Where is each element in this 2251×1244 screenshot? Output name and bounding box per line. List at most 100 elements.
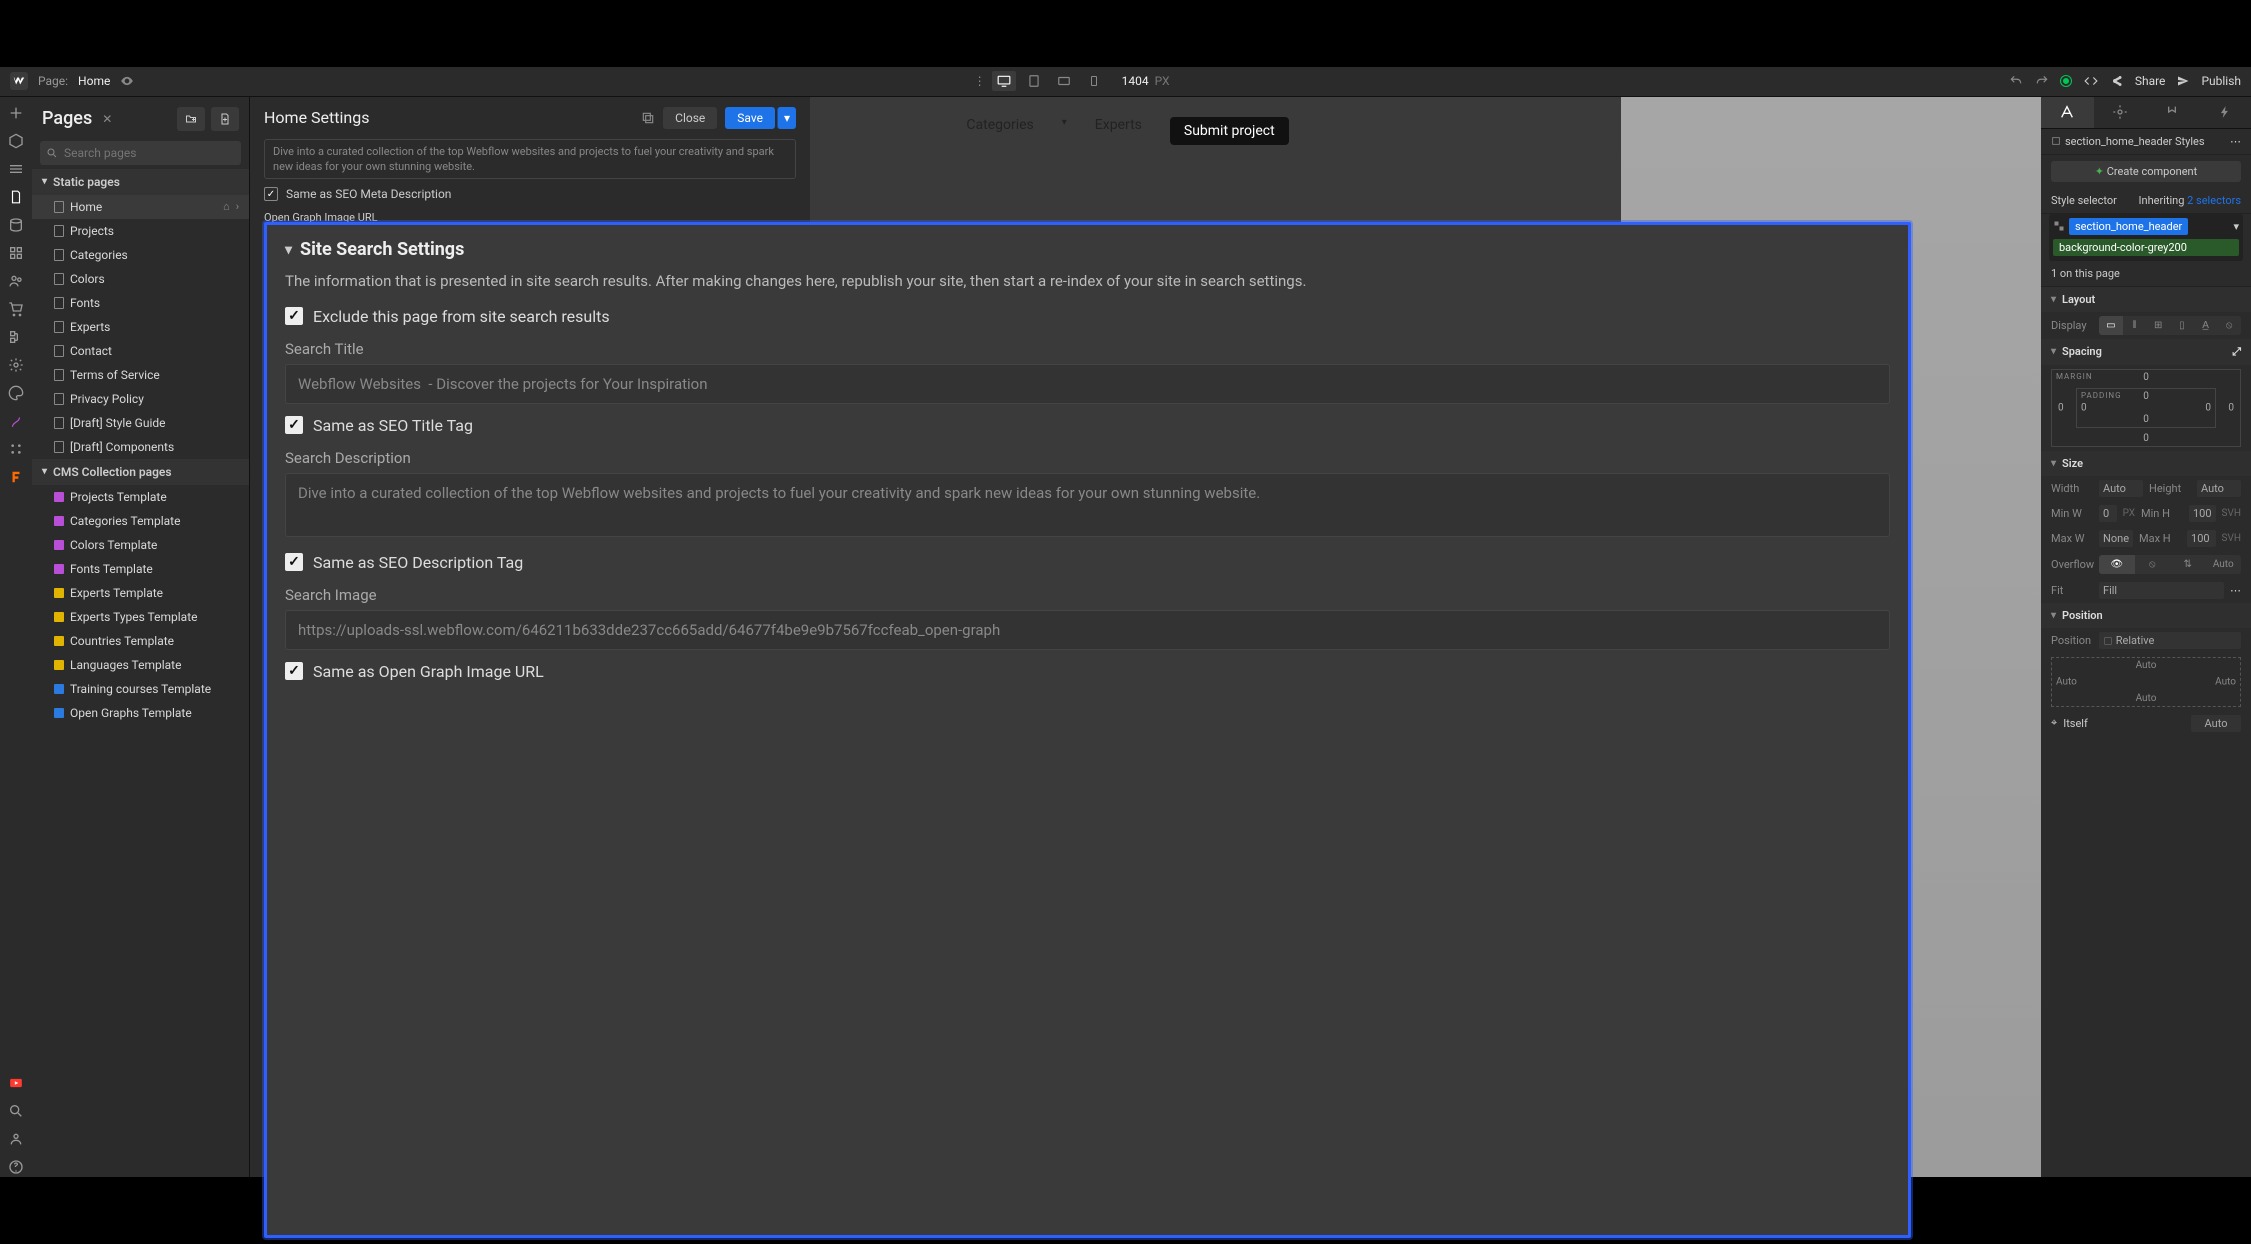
page-item[interactable]: Fonts Template: [32, 557, 249, 581]
copy-icon[interactable]: [641, 111, 655, 125]
page-item[interactable]: Projects Template: [32, 485, 249, 509]
nav-users-icon[interactable]: [6, 271, 26, 291]
save-button[interactable]: Save: [725, 107, 775, 129]
page-item[interactable]: Experts Types Template: [32, 605, 249, 629]
page-item[interactable]: Categories Template: [32, 509, 249, 533]
section-spacing[interactable]: Spacing ⤢: [2041, 339, 2251, 365]
position-offsets[interactable]: Auto Auto Auto Auto: [2051, 657, 2241, 707]
nav-layers-icon[interactable]: [6, 159, 26, 179]
nav-pages-icon[interactable]: [6, 187, 26, 207]
fit-input[interactable]: Fill: [2099, 582, 2224, 599]
undo-icon[interactable]: [2009, 74, 2023, 88]
maxw-input[interactable]: None: [2099, 530, 2133, 547]
minw-input[interactable]: 0: [2099, 505, 2117, 522]
save-dropdown-icon[interactable]: ▾: [777, 107, 796, 129]
page-item[interactable]: Fonts: [32, 291, 249, 315]
static-pages-header[interactable]: ▾ Static pages: [32, 169, 249, 195]
page-name[interactable]: Home: [78, 74, 110, 88]
section-layout[interactable]: Layout: [2041, 287, 2251, 312]
spacing-editor[interactable]: MARGIN 0 0 0 0 PADDING 0 0 0 0: [2051, 369, 2241, 447]
display-inlineblock-icon[interactable]: ▯: [2170, 316, 2194, 335]
same-title-checkbox[interactable]: ✓: [285, 416, 303, 434]
overflow-hidden-icon[interactable]: ⦸: [2135, 555, 2171, 574]
nav-apps-icon[interactable]: [6, 439, 26, 459]
page-item[interactable]: [Draft] Components: [32, 435, 249, 459]
section-position[interactable]: Position: [2041, 603, 2251, 628]
new-page-button[interactable]: [211, 107, 239, 131]
spacing-expand-icon[interactable]: ⤢: [2232, 345, 2241, 359]
page-item[interactable]: Categories: [32, 243, 249, 267]
nav-help-icon[interactable]: [6, 1157, 26, 1177]
minh-input[interactable]: 100: [2189, 505, 2216, 522]
close-button[interactable]: Close: [663, 107, 717, 129]
code-icon[interactable]: [2083, 74, 2099, 88]
page-item[interactable]: Home ⌂›: [32, 195, 249, 219]
page-item[interactable]: Colors: [32, 267, 249, 291]
same-image-checkbox[interactable]: ✓: [285, 662, 303, 680]
publish-link[interactable]: Publish: [2201, 74, 2241, 88]
webflow-logo-icon[interactable]: [10, 72, 28, 90]
page-item[interactable]: Experts Template: [32, 581, 249, 605]
height-input[interactable]: Auto: [2197, 480, 2241, 497]
site-search-heading[interactable]: Site Search Settings: [285, 239, 1890, 260]
nav-palette-icon[interactable]: [6, 383, 26, 403]
open-icon[interactable]: ›: [236, 200, 239, 213]
display-none-icon[interactable]: ⦸: [2217, 316, 2241, 335]
page-item[interactable]: Experts: [32, 315, 249, 339]
nav-logic-icon[interactable]: [6, 327, 26, 347]
display-flex-icon[interactable]: ⫴: [2123, 316, 2147, 335]
width-input[interactable]: Auto: [2099, 480, 2143, 497]
section-size[interactable]: Size: [2041, 451, 2251, 476]
display-inline-icon[interactable]: A̲: [2194, 316, 2218, 335]
nav-video-icon[interactable]: [6, 1073, 26, 1093]
nav-team-icon[interactable]: [6, 1129, 26, 1149]
page-item[interactable]: Contact: [32, 339, 249, 363]
nav-f-icon[interactable]: [6, 467, 26, 487]
bp-options-icon[interactable]: ⋮: [974, 74, 986, 88]
same-desc-checkbox[interactable]: ✓: [285, 553, 303, 571]
nav-path-icon[interactable]: [6, 411, 26, 431]
nav-cube-icon[interactable]: [6, 131, 26, 151]
share-link[interactable]: Share: [2135, 74, 2166, 88]
nav-cms-icon[interactable]: [6, 215, 26, 235]
page-item[interactable]: Privacy Policy: [32, 387, 249, 411]
class-chip-bg[interactable]: background-color-grey200: [2053, 239, 2239, 256]
overflow-auto-icon[interactable]: Auto: [2206, 555, 2242, 574]
nav-ecommerce-icon[interactable]: [6, 299, 26, 319]
class-chip-main[interactable]: section_home_header: [2069, 218, 2188, 235]
element-more-icon[interactable]: ⋯: [2230, 135, 2241, 148]
page-item[interactable]: Languages Template: [32, 653, 249, 677]
search-image-input[interactable]: [285, 610, 1890, 650]
selector-dropdown-icon[interactable]: ▾: [2233, 220, 2239, 233]
overflow-scroll-icon[interactable]: ⇅: [2170, 555, 2206, 574]
page-item[interactable]: Countries Template: [32, 629, 249, 653]
inheriting-count[interactable]: 2 selectors: [2187, 194, 2241, 207]
cms-pages-header[interactable]: ▾ CMS Collection pages: [32, 459, 249, 485]
bp-desktop-icon[interactable]: [992, 71, 1016, 91]
tab-interactions-icon[interactable]: [2146, 97, 2199, 128]
fit-more-icon[interactable]: ⋯: [2230, 584, 2241, 597]
nav-settings-icon[interactable]: [6, 355, 26, 375]
preview-icon[interactable]: [120, 74, 134, 88]
search-title-input[interactable]: [285, 364, 1890, 404]
create-component-button[interactable]: ✦ Create component: [2051, 161, 2241, 182]
nav-structure-icon[interactable]: [6, 243, 26, 263]
nav-submit-button[interactable]: Submit project: [1170, 117, 1289, 145]
nav-experts[interactable]: Experts: [1095, 117, 1142, 145]
display-grid-icon[interactable]: ⊞: [2146, 316, 2170, 335]
overflow-visible-icon[interactable]: 👁: [2099, 555, 2135, 574]
tab-style-icon[interactable]: [2041, 97, 2094, 128]
z-index-input[interactable]: Auto: [2191, 715, 2241, 732]
page-item[interactable]: Training courses Template: [32, 677, 249, 701]
page-item[interactable]: [Draft] Style Guide: [32, 411, 249, 435]
bp-tablet-icon[interactable]: [1022, 71, 1046, 91]
redo-icon[interactable]: [2035, 74, 2049, 88]
page-item[interactable]: Projects: [32, 219, 249, 243]
page-item[interactable]: Open Graphs Template: [32, 701, 249, 725]
tab-settings-icon[interactable]: [2094, 97, 2147, 128]
same-meta-checkbox[interactable]: ✓: [264, 187, 278, 201]
bp-mobile-icon[interactable]: [1082, 71, 1106, 91]
new-folder-button[interactable]: [177, 107, 205, 131]
nav-search-icon[interactable]: [6, 1101, 26, 1121]
page-item[interactable]: Colors Template: [32, 533, 249, 557]
